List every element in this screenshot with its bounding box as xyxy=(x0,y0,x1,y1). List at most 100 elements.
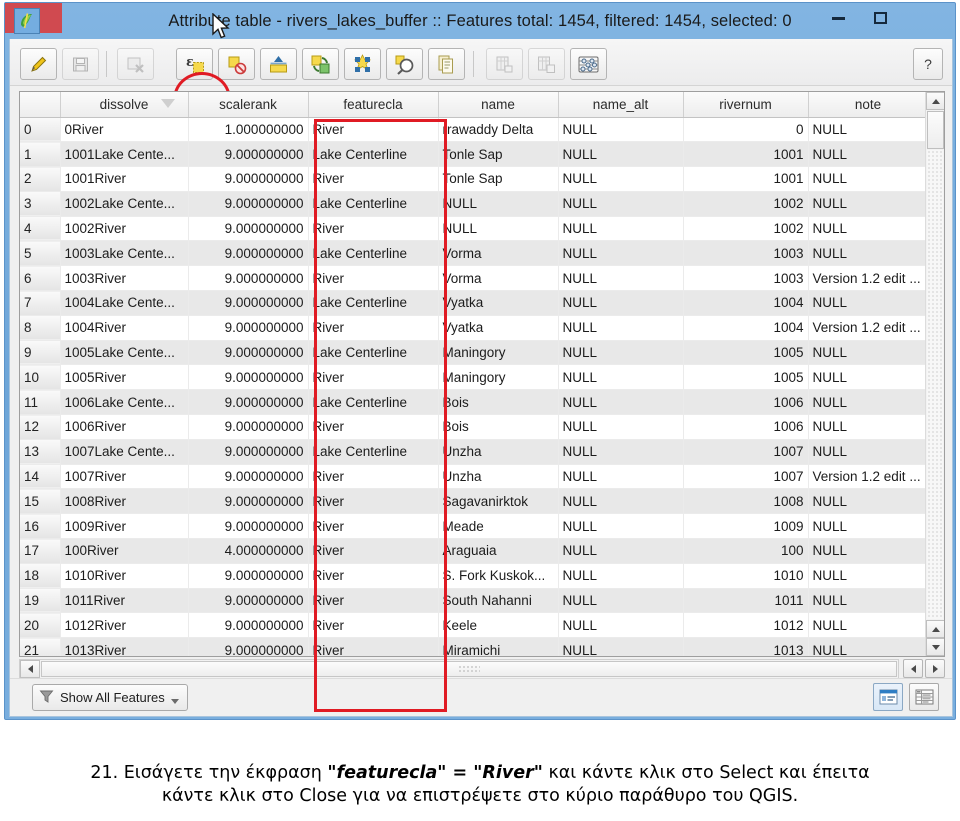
cell-featurecla[interactable]: Lake Centerline xyxy=(308,389,439,416)
horizontal-scrollbar[interactable] xyxy=(19,659,899,679)
cell-rivernum[interactable]: 1004 xyxy=(683,290,809,316)
table-row[interactable]: 19 1011River 9.000000000 River South Nahanni… xyxy=(20,588,929,614)
cell-rivernum[interactable]: 1001 xyxy=(683,141,809,168)
cell-name[interactable]: Miramichi xyxy=(438,637,559,656)
cell-note[interactable]: NULL xyxy=(808,588,929,614)
table-row[interactable]: 11 1006Lake Cente... 9.000000000 Lake Cente… xyxy=(20,389,929,416)
save-edits-button[interactable] xyxy=(62,48,99,80)
maximize-button[interactable] xyxy=(862,3,898,33)
table-row[interactable]: 7 1004Lake Cente... 9.000000000 Lake Center… xyxy=(20,290,929,316)
cell-scalerank[interactable]: 9.000000000 xyxy=(188,414,309,440)
cell-dissolve[interactable]: 1007Lake Cente... xyxy=(60,439,189,465)
toggle-editing-button[interactable] xyxy=(20,48,57,80)
row-number-cell[interactable]: 13 xyxy=(20,439,61,465)
cell-name[interactable]: Tonle Sap xyxy=(438,166,559,192)
table-row[interactable]: 8 1004River 9.000000000 River Vyatka NULL 1004… xyxy=(20,315,929,341)
cell-note[interactable]: Version 1.2 edit ... xyxy=(808,315,929,341)
cell-name[interactable]: Maningory xyxy=(438,364,559,391)
cell-featurecla[interactable]: Lake Centerline xyxy=(308,191,439,217)
column-header-scalerank[interactable]: scalerank xyxy=(188,92,309,118)
cell-scalerank[interactable]: 9.000000000 xyxy=(188,612,309,639)
column-header-name[interactable]: name xyxy=(438,92,559,118)
cell-name_alt[interactable]: NULL xyxy=(558,290,684,316)
cell-dissolve[interactable]: 1007River xyxy=(60,464,189,490)
cell-note[interactable]: NULL xyxy=(808,216,929,242)
delete-field-button[interactable] xyxy=(528,48,565,80)
cell-dissolve[interactable]: 1008River xyxy=(60,488,189,515)
table-row[interactable]: 3 1002Lake Cente... 9.000000000 Lake Center… xyxy=(20,191,929,217)
cell-rivernum[interactable]: 1007 xyxy=(683,464,809,490)
cell-note[interactable]: NULL xyxy=(808,141,929,168)
invert-selection-button[interactable] xyxy=(302,48,339,80)
cell-scalerank[interactable]: 9.000000000 xyxy=(188,141,309,168)
cell-featurecla[interactable]: River xyxy=(308,513,439,540)
cell-scalerank[interactable]: 9.000000000 xyxy=(188,290,309,316)
cell-name[interactable]: Bois xyxy=(438,414,559,440)
table-select-all-corner[interactable] xyxy=(20,92,61,118)
table-row[interactable]: 13 1007Lake Cente... 9.000000000 Lake Cente… xyxy=(20,439,929,465)
vertical-scrollbar-thumb[interactable] xyxy=(927,111,944,149)
table-row[interactable]: 10 1005River 9.000000000 River Maningory NULL… xyxy=(20,364,929,391)
cell-featurecla[interactable]: River xyxy=(308,315,439,341)
cell-note[interactable]: Version 1.2 edit ... xyxy=(808,464,929,490)
row-number-cell[interactable]: 3 xyxy=(20,191,61,217)
cell-rivernum[interactable]: 1008 xyxy=(683,488,809,515)
table-row[interactable]: 18 1010River 9.000000000 River S. Fork Kusko… xyxy=(20,563,929,589)
table-row[interactable]: 4 1002River 9.000000000 River NULL NULL 1002 NU… xyxy=(20,216,929,242)
table-row[interactable]: 12 1006River 9.000000000 River Bois NULL 1006 N… xyxy=(20,414,929,440)
column-header-name_alt[interactable]: name_alt xyxy=(558,92,684,118)
cell-rivernum[interactable]: 1004 xyxy=(683,315,809,341)
cell-name[interactable]: rrawaddy Delta xyxy=(438,117,559,143)
row-number-cell[interactable]: 19 xyxy=(20,588,61,614)
cell-name_alt[interactable]: NULL xyxy=(558,340,684,366)
row-number-cell[interactable]: 12 xyxy=(20,414,61,440)
table-row[interactable]: 20 1012River 9.000000000 River Keele NULL 1012… xyxy=(20,612,929,639)
cell-note[interactable]: NULL xyxy=(808,563,929,589)
cell-featurecla[interactable]: River xyxy=(308,488,439,515)
table-row[interactable]: 2 1001River 9.000000000 River Tonle Sap NULL 1… xyxy=(20,166,929,192)
cell-scalerank[interactable]: 9.000000000 xyxy=(188,340,309,366)
cell-scalerank[interactable]: 9.000000000 xyxy=(188,389,309,416)
cell-dissolve[interactable]: 1005Lake Cente... xyxy=(60,340,189,366)
cell-featurecla[interactable]: River xyxy=(308,612,439,639)
cell-featurecla[interactable]: River xyxy=(308,414,439,440)
cell-scalerank[interactable]: 9.000000000 xyxy=(188,637,309,656)
cell-featurecla[interactable]: Lake Centerline xyxy=(308,340,439,366)
form-view-button[interactable] xyxy=(873,683,903,711)
cell-rivernum[interactable]: 1009 xyxy=(683,513,809,540)
table-row[interactable]: 15 1008River 9.000000000 River Sagavanirktok… xyxy=(20,488,929,515)
cell-name[interactable]: Unzha xyxy=(438,464,559,490)
deselect-all-button[interactable] xyxy=(218,48,255,80)
row-number-cell[interactable]: 16 xyxy=(20,513,61,540)
cell-note[interactable]: NULL xyxy=(808,488,929,515)
cell-note[interactable]: NULL xyxy=(808,117,929,143)
cell-name_alt[interactable]: NULL xyxy=(558,563,684,589)
move-selection-to-top-button[interactable] xyxy=(260,48,297,80)
cell-name_alt[interactable]: NULL xyxy=(558,389,684,416)
scroll-up-arrow-secondary-icon[interactable] xyxy=(926,620,944,638)
cell-rivernum[interactable]: 1006 xyxy=(683,389,809,416)
cell-name_alt[interactable]: NULL xyxy=(558,588,684,614)
table-row[interactable]: 14 1007River 9.000000000 River Unzha NULL 1007… xyxy=(20,464,929,490)
scroll-right-step-button[interactable] xyxy=(925,659,945,678)
cell-name_alt[interactable]: NULL xyxy=(558,439,684,465)
scroll-left-arrow-icon[interactable] xyxy=(20,660,40,678)
cell-rivernum[interactable]: 1003 xyxy=(683,240,809,267)
cell-name_alt[interactable]: NULL xyxy=(558,464,684,490)
new-field-button[interactable] xyxy=(486,48,523,80)
cell-name_alt[interactable]: NULL xyxy=(558,240,684,267)
cell-featurecla[interactable]: River xyxy=(308,166,439,192)
cell-name[interactable]: Araguaia xyxy=(438,538,559,564)
cell-rivernum[interactable]: 1005 xyxy=(683,340,809,366)
cell-name[interactable]: Keele xyxy=(438,612,559,639)
row-number-cell[interactable]: 10 xyxy=(20,364,61,391)
column-header-note[interactable]: note xyxy=(808,92,929,118)
cell-name[interactable]: Bois xyxy=(438,389,559,416)
cell-name_alt[interactable]: NULL xyxy=(558,538,684,564)
cell-note[interactable]: NULL xyxy=(808,414,929,440)
cell-rivernum[interactable]: 100 xyxy=(683,538,809,564)
cell-featurecla[interactable]: Lake Centerline xyxy=(308,240,439,267)
cell-dissolve[interactable]: 1004Lake Cente... xyxy=(60,290,189,316)
table-row[interactable]: 17 100River 4.000000000 River Araguaia NULL 10… xyxy=(20,538,929,564)
cell-dissolve[interactable]: 1003River xyxy=(60,265,189,292)
